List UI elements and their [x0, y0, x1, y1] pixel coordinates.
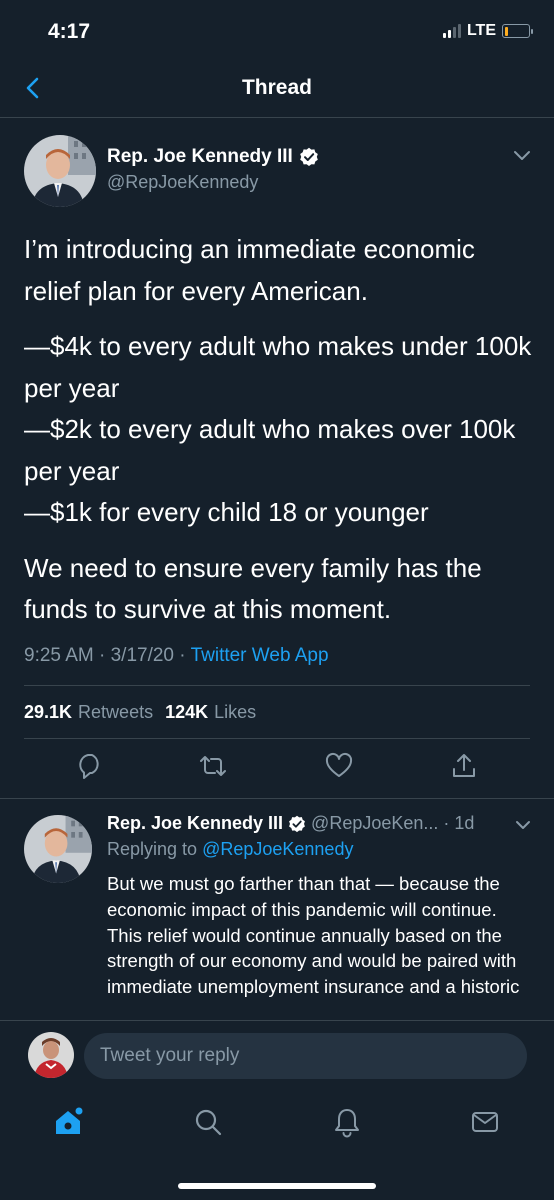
like-icon[interactable] [324, 751, 354, 781]
avatar[interactable] [24, 135, 96, 207]
network-label: LTE [466, 22, 496, 39]
likes-stat[interactable]: 124K Likes [165, 702, 256, 723]
verified-badge-icon [300, 147, 318, 166]
tweet-age: · 1d [443, 813, 475, 833]
meta-separator: · [179, 645, 186, 666]
tweet-source-link[interactable]: Twitter Web App [191, 645, 329, 666]
chevron-down-icon[interactable] [512, 149, 532, 163]
home-indicator[interactable] [178, 1183, 376, 1189]
retweets-count: 29.1K [24, 702, 73, 722]
status-bar: 4:17 LTE [0, 0, 554, 66]
likes-label: Likes [214, 702, 257, 722]
tweet-meta: 9:25 AM · 3/17/20 · Twitter Web App [24, 645, 329, 667]
meta-separator: · [99, 645, 106, 666]
tweet-paragraph: —$4k to every adult who makes under 100k… [24, 331, 532, 403]
replying-to: Replying to @RepJoeKennedy [107, 839, 353, 860]
avatar[interactable] [24, 815, 92, 883]
divider [24, 685, 530, 686]
likes-count: 124K [165, 702, 209, 722]
retweets-label: Retweets [78, 702, 154, 722]
battery-icon [502, 24, 533, 38]
verified-badge-icon [289, 815, 305, 832]
reply-tweet[interactable]: Rep. Joe Kennedy III @RepJoeKen... · 1d … [0, 798, 554, 1020]
retweet-icon[interactable] [198, 751, 228, 781]
home-icon[interactable] [52, 1106, 84, 1138]
retweets-stat[interactable]: 29.1K Retweets [24, 702, 153, 723]
tweet-paragraph: I’m introducing an immediate economic re… [24, 234, 475, 306]
tweet-stats: 29.1K Retweets 124K Likes [24, 702, 256, 723]
nav-header: Thread [0, 66, 554, 118]
tweet-paragraph: —$2k to every adult who makes over 100k … [24, 414, 516, 486]
chevron-down-icon[interactable] [514, 819, 532, 831]
reply-header: Rep. Joe Kennedy III @RepJoeKen... · 1d [107, 813, 474, 834]
tweet-paragraph: We need to ensure every family has the f… [24, 552, 482, 625]
divider [24, 738, 530, 739]
status-time: 4:17 [48, 20, 91, 43]
messages-icon[interactable] [469, 1106, 501, 1138]
reply-icon[interactable] [75, 751, 105, 781]
reply-input[interactable] [84, 1033, 527, 1079]
replying-to-link[interactable]: @RepJoeKennedy [202, 839, 353, 859]
author-name[interactable]: Rep. Joe Kennedy III [107, 813, 283, 834]
tweet-actions [0, 751, 554, 787]
tweet-paragraph: —$1k for every child 18 or younger [24, 497, 429, 527]
author-handle[interactable]: @RepJoeKen... [311, 813, 438, 834]
search-icon[interactable] [192, 1106, 224, 1138]
user-avatar[interactable] [28, 1032, 74, 1078]
author-handle[interactable]: @RepJoeKennedy [107, 172, 258, 193]
share-icon[interactable] [449, 751, 479, 781]
signal-icon [442, 24, 461, 38]
tweet-date: 3/17/20 [110, 645, 175, 666]
page-title: Thread [241, 76, 312, 99]
tweet-text: I’m introducing an immediate economic re… [24, 229, 534, 645]
reply-text: But we must go farther than that — becau… [107, 873, 520, 998]
status-indicators: LTE [442, 22, 533, 40]
tweet-time: 9:25 AM [24, 645, 94, 666]
replying-prefix: Replying to [107, 839, 198, 859]
author-name[interactable]: Rep. Joe Kennedy III [107, 146, 319, 168]
notifications-icon[interactable] [331, 1106, 363, 1138]
author-name-text: Rep. Joe Kennedy III [107, 146, 293, 167]
reply-bar [0, 1020, 554, 1090]
